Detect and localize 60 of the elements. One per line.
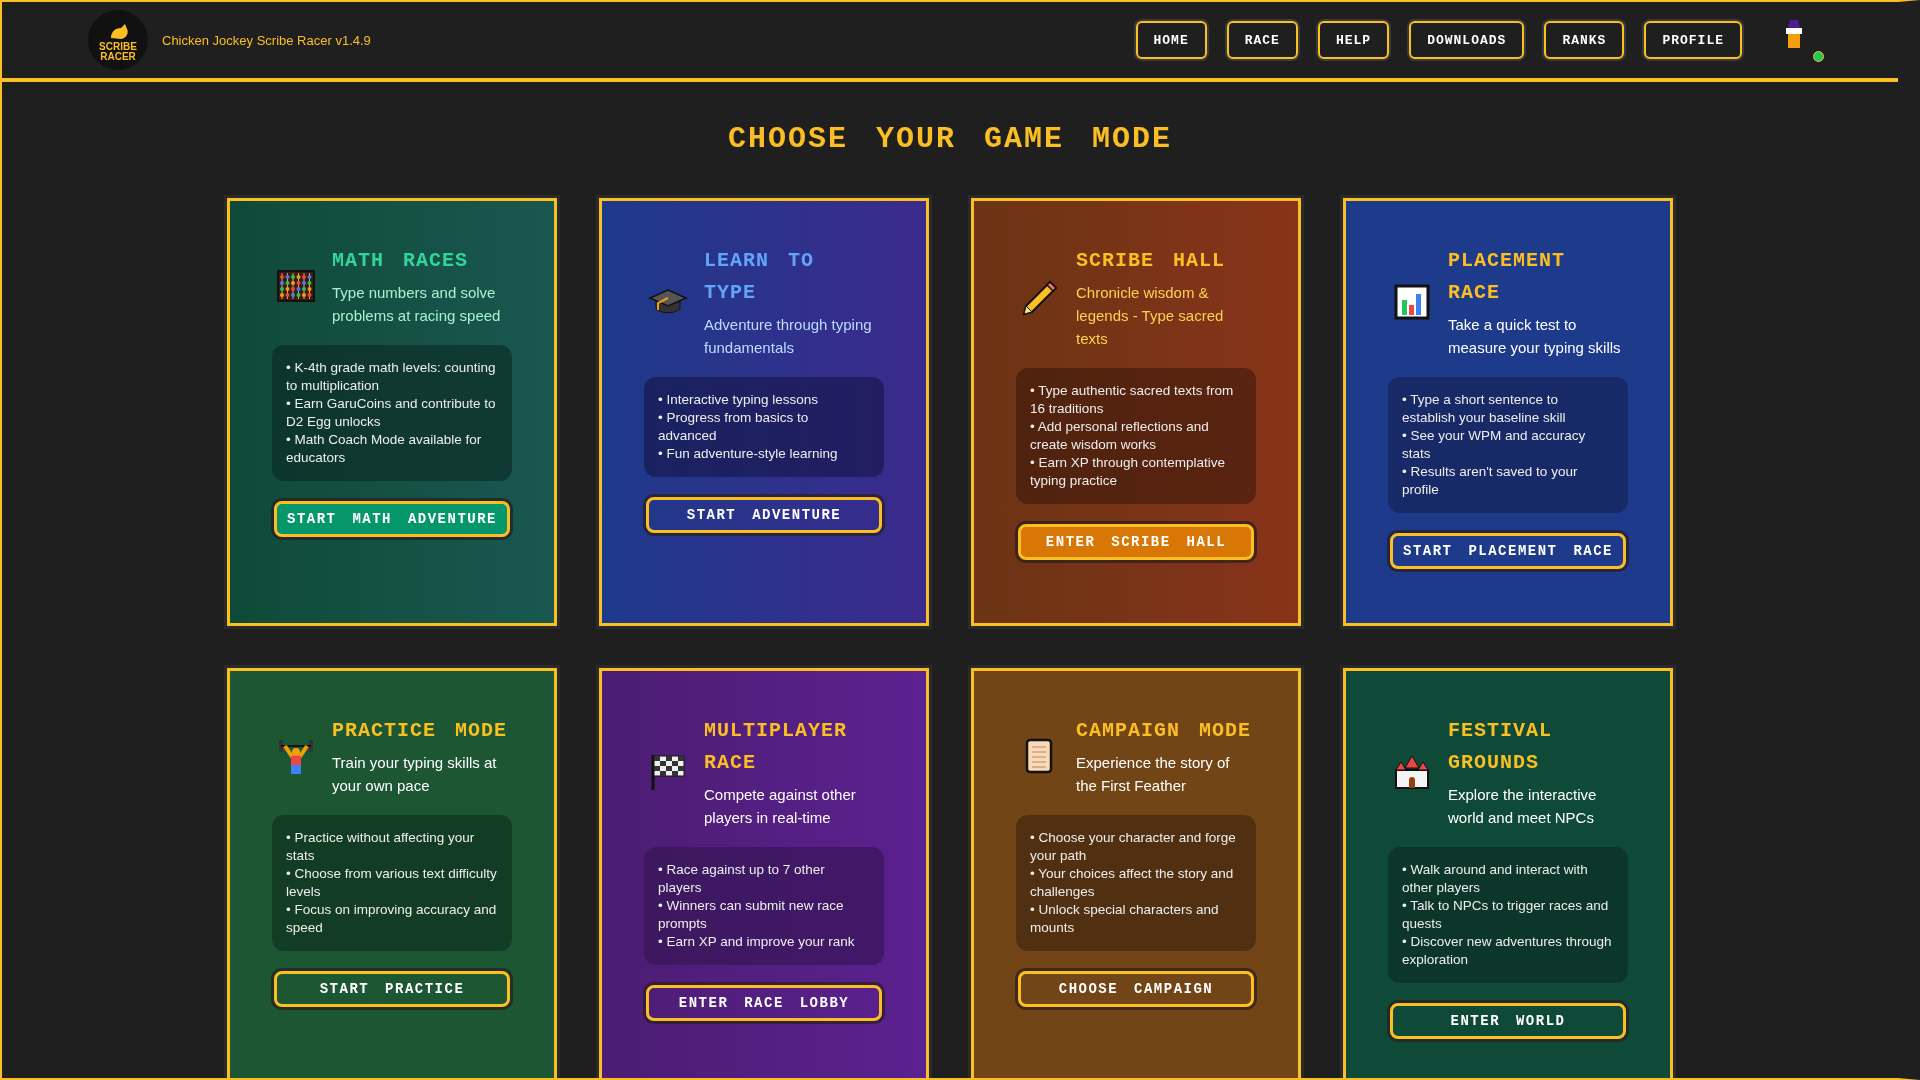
nav-button[interactable]: HELP	[1317, 21, 1390, 59]
feature-item: • Focus on improving accuracy and speed	[286, 901, 498, 937]
feature-item: • Earn XP through contemplative typing practice	[1030, 454, 1227, 490]
feature-item: • Add personal reflections and create wisdom works	[1030, 418, 1210, 454]
checkered-flag-icon	[649, 752, 687, 792]
feature-item: • See your WPM and accuracy stats	[1402, 427, 1587, 463]
mode-description: Type numbers and solve problems at racing speed	[332, 283, 502, 326]
feature-item: • Choose your character and forge your path	[1030, 829, 1237, 865]
site-title: Chicken Jockey Scribe Racer v1.4.9	[162, 32, 372, 48]
mode-title: SCRIBE HALL	[1076, 248, 1227, 274]
feature-item: • Unlock special characters and mounts	[1030, 901, 1220, 937]
feature-item: • Earn XP and improve your rank	[658, 933, 856, 951]
feature-item: • Results aren't saved to your profile	[1402, 463, 1579, 499]
mode-description: Train your typing skills at your own pace	[332, 753, 498, 796]
feature-item: • Practice without affecting your stats	[286, 829, 476, 865]
mode-title: MULTIPLAYER RACE	[704, 718, 849, 776]
feature-item: • Race against up to 7 other players	[658, 861, 826, 897]
feature-item: • Talk to NPCs to trigger races and quests	[1402, 897, 1610, 933]
mode-title: FESTIVAL GROUNDS	[1448, 718, 1553, 776]
nav-button[interactable]: RACE	[1226, 21, 1298, 59]
mode-title: PRACTICE MODE	[332, 718, 509, 744]
mode-title: PLACEMENT RACE	[1448, 248, 1567, 306]
mode-description: Experience the story of the First Feather	[1076, 753, 1231, 796]
nav-button[interactable]: RANKS	[1544, 21, 1625, 59]
mode-title: LEARN TO TYPE	[704, 248, 815, 306]
logo[interactable]: SCRIBE RACER	[88, 10, 148, 70]
feature-item: • Interactive typing lessons	[658, 391, 820, 409]
mode-button[interactable]: ENTER RACE LOBBY	[646, 985, 882, 1021]
feature-item: • Choose from various text difficulty levels	[286, 865, 498, 901]
abacus-icon	[277, 270, 315, 302]
feature-item: • Type authentic sacred texts from 16 traditions	[1030, 382, 1235, 418]
mode-title: MATH RACES	[332, 248, 470, 274]
feature-item: • Earn GaruCoins and contribute to D2 Egg unlocks	[286, 395, 497, 431]
feature-item: • Math Coach Mode available for educators	[286, 431, 483, 467]
mode-button[interactable]: START PRACTICE	[274, 971, 510, 1007]
feature-item: • Progress from basics to advanced	[658, 409, 810, 445]
feature-item: • Discover new adventures through exploration	[1402, 933, 1613, 969]
mode-description: Adventure through typing fundamentals	[704, 315, 873, 358]
nav-button[interactable]: DOWNLOADS	[1409, 21, 1525, 59]
feature-item: • K-4th grade math levels: counting to multiplication	[286, 359, 497, 395]
logo-text: SCRIBE RACER	[98, 42, 138, 62]
feature-item: • Fun adventure-style learning	[658, 445, 839, 463]
mode-title: CAMPAIGN MODE	[1076, 718, 1253, 744]
mode-description: Explore the interactive world and meet NPCs	[1448, 785, 1598, 828]
feature-item: • Type a short sentence to establish your baseline skill	[1402, 391, 1567, 427]
mode-button[interactable]: ENTER WORLD	[1390, 1003, 1626, 1039]
mode-description: Take a quick test to measure your typing skills	[1448, 315, 1622, 358]
feature-item: • Winners can submit new race prompts	[658, 897, 845, 933]
mode-button[interactable]: START ADVENTURE	[646, 497, 882, 533]
mode-description: Chronicle wisdom & legends - Type sacred texts	[1076, 283, 1225, 349]
mode-button[interactable]: START MATH ADVENTURE	[274, 501, 510, 537]
mode-description: Compete against other players in real-time	[704, 785, 857, 828]
feature-item: • Your choices affect the story and challenges	[1030, 865, 1235, 901]
nav-button[interactable]: PROFILE	[1644, 21, 1742, 59]
page-heading: CHOOSE YOUR GAME MODE	[727, 122, 1173, 156]
nav-button[interactable]: HOME	[1135, 21, 1207, 59]
bar-chart-icon	[1394, 284, 1430, 320]
mode-button[interactable]: CHOOSE CAMPAIGN	[1018, 971, 1254, 1007]
mode-button[interactable]: START PLACEMENT RACE	[1390, 533, 1626, 569]
feature-item: • Walk around and interact with other players	[1402, 861, 1589, 897]
